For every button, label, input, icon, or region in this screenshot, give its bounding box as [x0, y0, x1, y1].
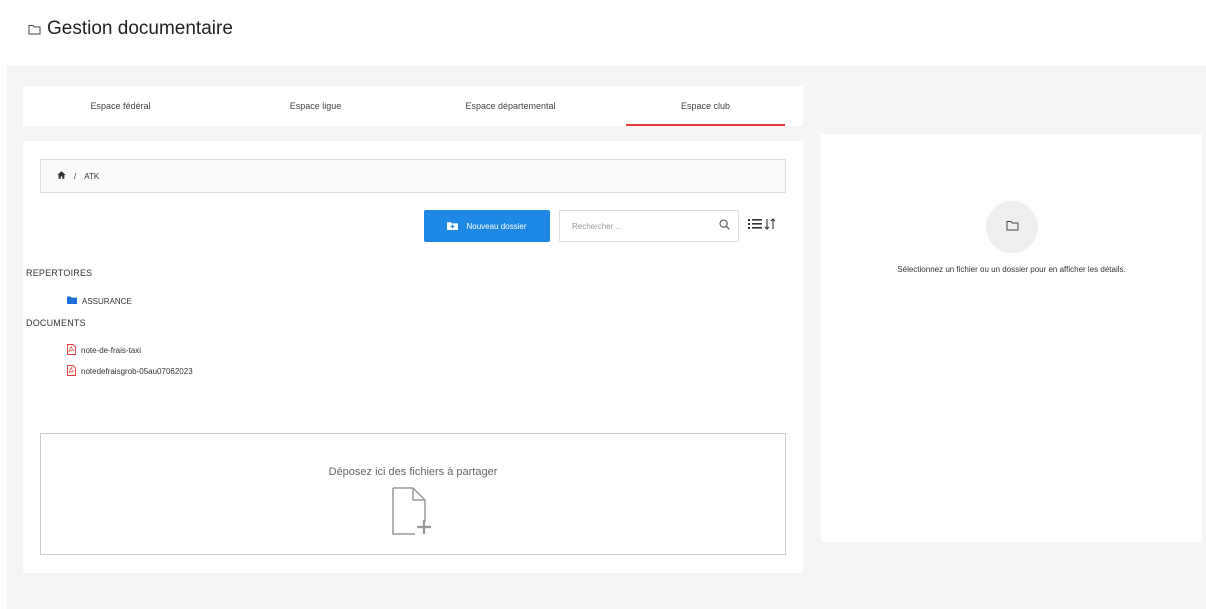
folder-name: ASSURANCE	[82, 296, 132, 306]
document-item[interactable]: notedefraisgrob-05au07062023	[67, 365, 193, 378]
document-name: note-de-frais-taxi	[81, 346, 142, 355]
page-header: Gestion documentaire	[28, 14, 233, 44]
folder-outline-icon	[28, 24, 41, 35]
breadcrumb: / ATK	[40, 159, 786, 193]
new-folder-label: Nouveau dossier	[466, 221, 527, 231]
view-controls	[748, 217, 776, 235]
details-placeholder	[986, 201, 1038, 253]
sort-icon[interactable]	[764, 217, 776, 235]
home-icon[interactable]	[57, 171, 66, 181]
document-item[interactable]: note-de-frais-taxi	[67, 344, 141, 357]
folder-outline-icon	[1006, 218, 1019, 236]
documents-heading: DOCUMENTS	[26, 318, 86, 328]
folder-item[interactable]: ASSURANCE	[67, 296, 132, 306]
tab-espace-ligue[interactable]: Espace ligue	[218, 86, 413, 126]
breadcrumb-separator: /	[74, 171, 77, 181]
toolbar: Nouveau dossier	[424, 210, 776, 242]
tab-espace-departemental[interactable]: Espace départemental	[413, 86, 608, 126]
file-dropzone[interactable]: Déposez ici des fichiers à partager	[40, 433, 786, 555]
details-panel: Sélectionnez un fichier ou un dossier po…	[821, 134, 1202, 542]
details-hint: Sélectionnez un fichier ou un dossier po…	[897, 265, 1126, 274]
tab-espace-club[interactable]: Espace club	[608, 86, 803, 126]
pdf-icon	[67, 344, 76, 357]
dropzone-text: Déposez ici des fichiers à partager	[328, 466, 498, 478]
file-browser-panel: / ATK Nouveau dossier REPERTOIRES	[23, 141, 803, 573]
breadcrumb-current[interactable]: ATK	[84, 172, 99, 181]
file-add-icon	[391, 486, 435, 543]
folder-icon	[67, 296, 77, 306]
search-box	[559, 210, 739, 242]
folder-plus-icon	[447, 221, 459, 232]
pdf-icon	[67, 365, 76, 378]
tab-espace-federal[interactable]: Espace fédéral	[23, 86, 218, 126]
repertoires-heading: REPERTOIRES	[26, 268, 93, 278]
page-title: Gestion documentaire	[47, 18, 233, 39]
search-icon[interactable]	[719, 217, 730, 235]
list-view-icon[interactable]	[748, 217, 762, 235]
space-tabs: Espace fédéral Espace ligue Espace dépar…	[23, 86, 803, 126]
document-name: notedefraisgrob-05au07062023	[81, 367, 193, 376]
new-folder-button[interactable]: Nouveau dossier	[424, 210, 550, 242]
search-input[interactable]	[570, 220, 719, 232]
